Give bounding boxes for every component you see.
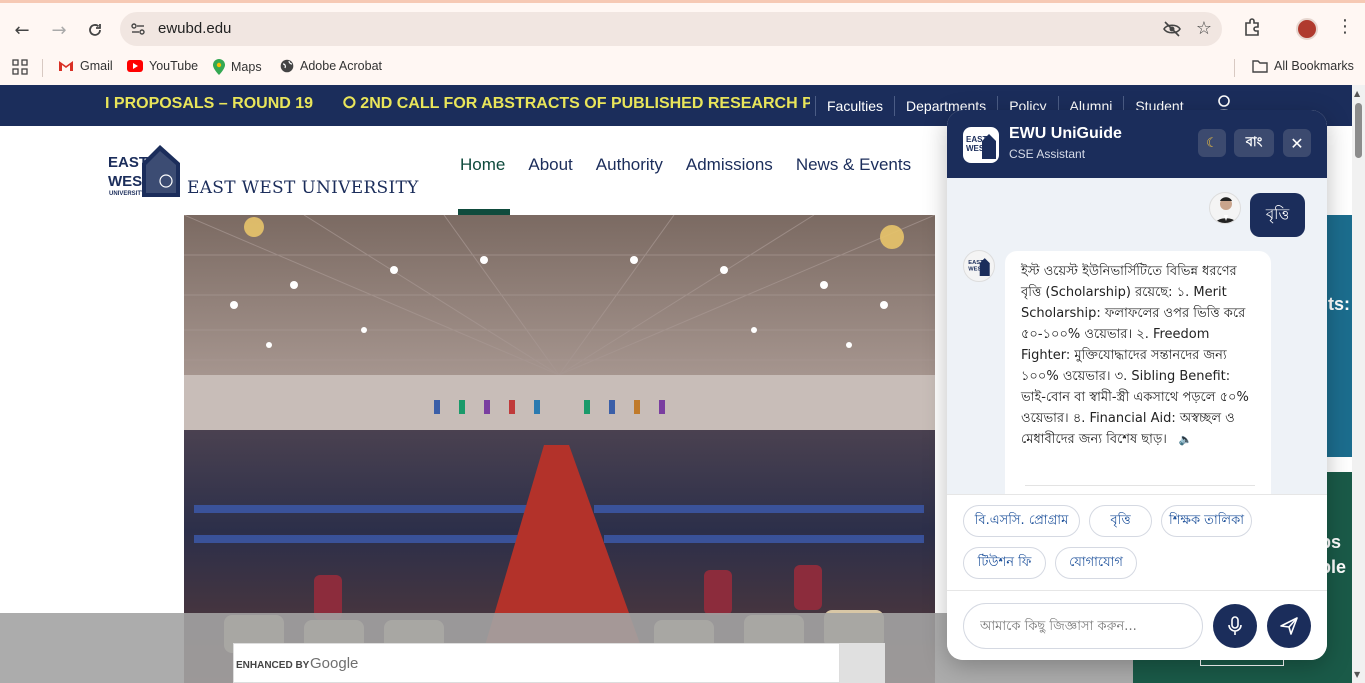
nav-news-events[interactable]: News & Events [796,155,911,175]
chip-scholarship[interactable]: বৃত্তি [1089,505,1152,537]
bookmark-maps[interactable]: Maps [213,59,262,75]
bookmarks-divider [1234,59,1235,77]
bookmark-youtube[interactable]: YouTube [127,59,198,73]
chat-subtitle: CSE Assistant [1009,147,1086,161]
send-icon[interactable] [1267,604,1311,648]
bookmark-label: Maps [231,60,262,74]
reload-icon[interactable] [81,16,109,44]
svg-text:UNIVERSITY: UNIVERSITY [109,191,145,197]
browser-chrome: ← → ewubd.edu ☆ ⋮ Gmail YouTube Maps Ado… [0,0,1365,85]
bot-avatar-icon: EAST WEST [963,250,995,282]
microphone-icon[interactable] [1213,604,1257,648]
bookmark-star-icon[interactable]: ☆ [1196,18,1212,39]
chat-header: EAST WEST EWU UniGuide CSE Assistant ☾ বা… [947,110,1327,178]
chat-messages[interactable]: বৃত্তি EAST WEST ইস্ট ওয়েস্ট ইউনিভার্সিট… [947,178,1327,494]
bookmark-label: Gmail [80,59,113,73]
right-teal-text: ts: [1328,294,1350,314]
user-message: বৃত্তি [1250,193,1305,237]
search-button[interactable] [840,643,885,683]
bubble-divider [1025,485,1255,486]
bookmarks-bar: Gmail YouTube Maps Adobe Acrobat All Boo… [0,53,1365,83]
news-ticker[interactable]: I PROPOSALS – ROUND 19 ⭘ 2ND CALL FOR ABS… [105,95,810,113]
bookmarks-divider [42,59,43,77]
nav-authority[interactable]: Authority [596,155,663,175]
chat-bot-logo-icon: EAST WEST [963,127,999,163]
language-toggle-button[interactable]: বাং [1234,129,1274,157]
ewu-logo-icon[interactable]: EAST WEST UNIVERSITY [108,143,184,199]
bookmark-label: YouTube [149,59,199,73]
address-bar[interactable]: ewubd.edu ☆ [120,12,1222,46]
bookmark-gmail[interactable]: Gmail [58,59,113,73]
tracking-protection-icon[interactable] [1162,20,1182,38]
right-teal-panel [1327,215,1352,457]
all-bookmarks[interactable]: All Bookmarks [1252,59,1354,73]
folder-icon [1252,60,1268,73]
chip-contact[interactable]: যোগাযোগ [1055,547,1137,579]
scroll-down-icon[interactable]: ▼ [1354,670,1360,679]
scroll-thumb[interactable] [1355,103,1362,158]
gmail-icon [59,61,73,71]
speaker-icon[interactable]: 🔈 [1179,429,1193,450]
google-label: Google [310,655,359,672]
scroll-up-icon[interactable]: ▲ [1354,89,1360,98]
url-text[interactable]: ewubd.edu [158,20,231,37]
ticker-item[interactable]: I PROPOSALS – ROUND 19 [105,95,313,112]
dark-mode-moon-icon[interactable]: ☾ [1198,129,1226,157]
chat-input[interactable] [963,603,1203,649]
profile-avatar[interactable] [1296,18,1318,40]
bot-message-text: ইস্ট ওয়েস্ট ইউনিভার্সিটিতে বিভিন্ন ধরণে… [1021,264,1249,447]
site-settings-icon[interactable] [130,21,146,37]
chat-widget: EAST WEST EWU UniGuide CSE Assistant ☾ বা… [947,110,1327,660]
extensions-icon[interactable] [1242,17,1262,37]
chip-tuition-fee[interactable]: টিউশন ফি [963,547,1046,579]
toplink-faculties[interactable]: Faculties [815,95,894,116]
nav-home[interactable]: Home [460,155,505,175]
bookmark-label: Adobe Acrobat [300,59,383,73]
bookmark-adobe-acrobat[interactable]: Adobe Acrobat [280,59,382,73]
apps-grid-icon[interactable] [12,59,28,75]
suggestion-chips: বি.এসসি. প্রোগ্রাম বৃত্তি শিক্ষক তালিকা … [947,494,1327,590]
chat-title: EWU UniGuide [1009,125,1122,142]
chip-faculty-list[interactable]: শিক্ষক তালিকা [1161,505,1252,537]
nav-about[interactable]: About [528,155,572,175]
close-icon[interactable]: ✕ [1283,129,1311,157]
nav-admissions[interactable]: Admissions [686,155,773,175]
maps-pin-icon [213,59,225,75]
main-nav: Home About Authority Admissions News & E… [448,155,934,175]
browser-menu-icon[interactable]: ⋮ [1336,16,1354,37]
enhanced-by-label: ENHANCED BY [236,660,310,671]
youtube-icon [127,60,143,72]
chat-input-area [947,590,1327,660]
page-scrollbar[interactable]: ▲ ▼ [1352,85,1365,683]
site-search-box[interactable]: ENHANCED BY Google [233,643,840,683]
ticker-item[interactable]: ⭘ 2ND CALL FOR ABSTRACTS OF PUBLISHED RE… [343,95,810,112]
back-icon[interactable]: ← [8,16,36,44]
university-name[interactable]: EAST WEST UNIVERSITY [187,178,419,198]
forward-icon[interactable]: → [45,16,73,44]
bot-message: ইস্ট ওয়েস্ট ইউনিভার্সিটিতে বিভিন্ন ধরণে… [1005,251,1271,494]
globe-icon [280,59,294,73]
chip-bsc-program[interactable]: বি.এসসি. প্রোগ্রাম [963,505,1080,537]
user-avatar [1209,192,1241,224]
all-bookmarks-label: All Bookmarks [1274,59,1354,73]
